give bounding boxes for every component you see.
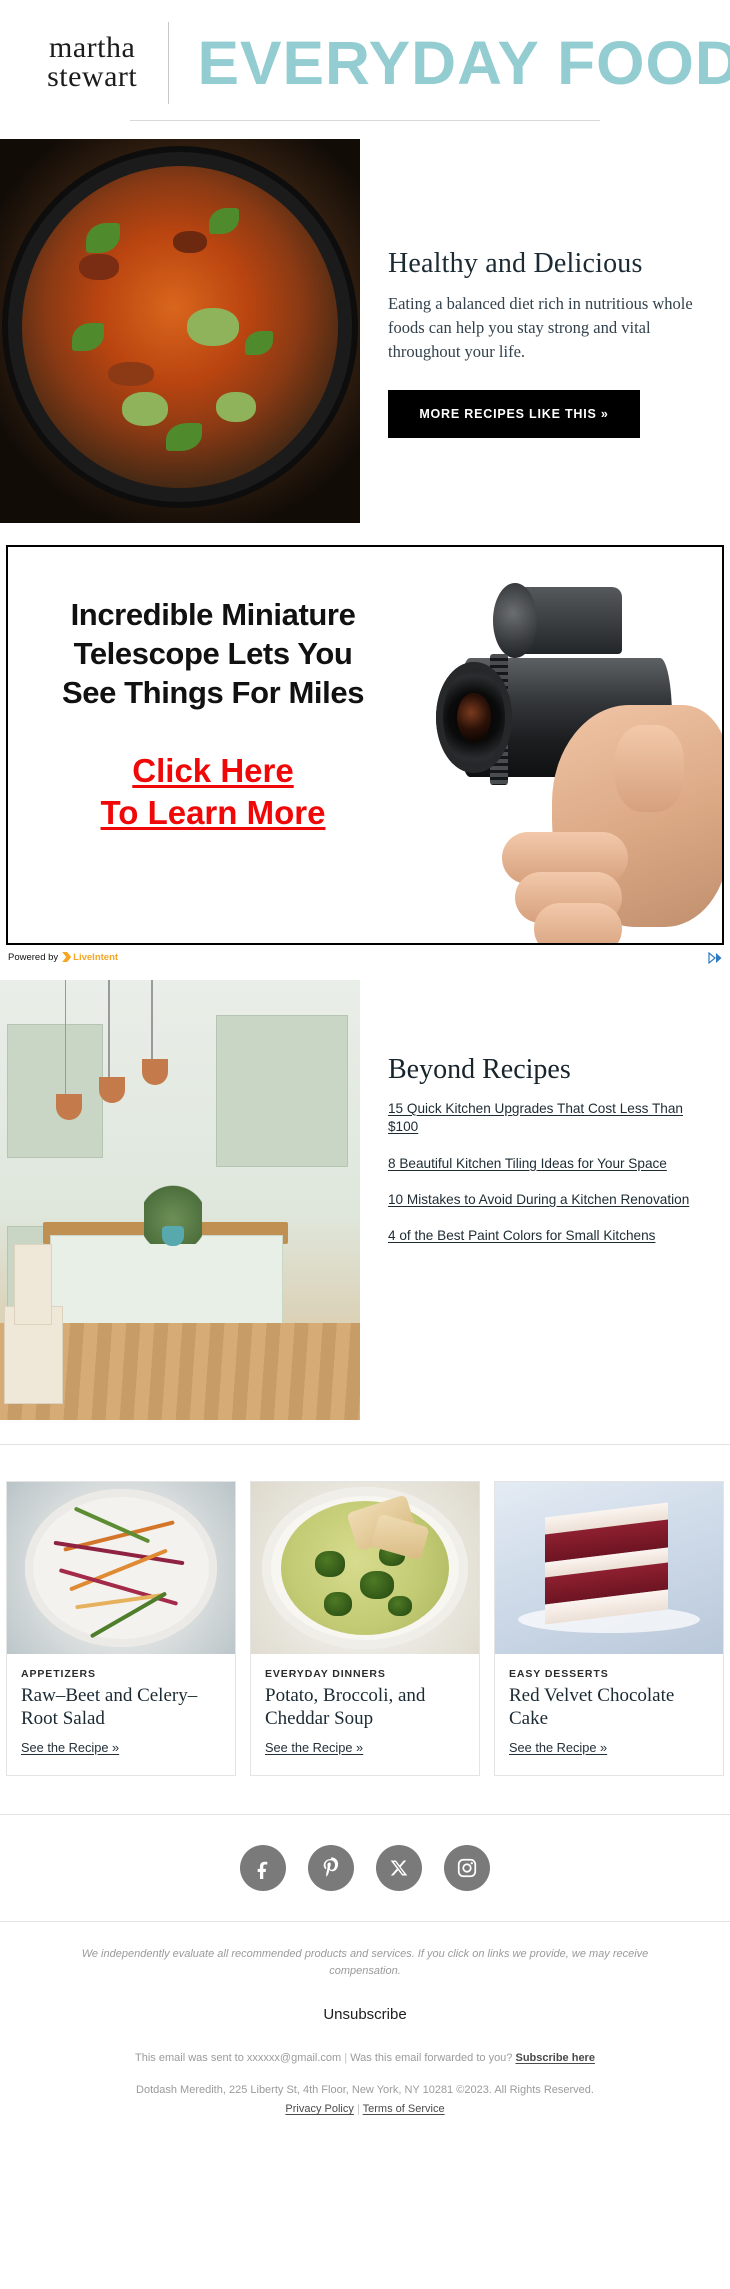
ad-copy: Incredible Miniature Telescope Lets You … [8,547,408,943]
powered-by-liveintent[interactable]: Powered by LiveIntent [8,952,118,963]
masthead-rule [130,120,600,121]
instagram-icon[interactable] [444,1844,490,1891]
affiliate-disclaimer: We independently evaluate all recommende… [81,1947,649,1977]
more-recipes-button[interactable]: MORE RECIPES LIKE THIS » [388,389,640,438]
beyond-recipes-title: Beyond Recipes [388,1054,571,1085]
email-newsletter: martha stewart EVERYDAY FOOD Healthy and… [0,0,730,2149]
ad-cta-line1: Click Here [132,752,294,790]
recipe-card-image[interactable] [251,1482,479,1654]
recipe-card-title: Raw–Beet and Celery–Root Salad [21,1685,198,1729]
recipe-card-grid: APPETIZERS Raw–Beet and Celery–Root Sala… [0,1445,730,1776]
recipe-card-body: EVERYDAY DINNERS Potato, Broccoli, and C… [251,1654,479,1775]
recipe-card[interactable]: EVERYDAY DINNERS Potato, Broccoli, and C… [250,1481,480,1776]
powered-by-label: Powered by [8,951,59,963]
masthead-divider [168,22,170,104]
unsubscribe-link[interactable]: Unsubscribe [323,2006,406,2023]
liveintent-name: LiveIntent [73,951,119,963]
hero-copy: Healthy and Delicious Eating a balanced … [360,139,730,523]
ad-headline: Incredible Miniature Telescope Lets You … [24,595,402,712]
beyond-recipes-section: Beyond Recipes 15 Quick Kitchen Upgrades… [0,980,730,1420]
newsletter-title: EVERYDAY FOOD [197,28,730,97]
forwarded-question: Was this email forwarded to you? [350,2051,513,2064]
hero-section: Healthy and Delicious Eating a balanced … [0,139,730,523]
legal-pipe: | [356,2103,360,2116]
see-the-recipe-link[interactable]: See the Recipe » [509,1740,607,1755]
recipe-card-category: EASY DESSERTS [509,1668,609,1680]
hero-image[interactable] [0,139,360,523]
company-address: Dotdash Meredith, 225 Liberty St, 4th Fl… [136,2084,594,2097]
ad-headline-line1: Incredible Miniature [70,597,356,632]
beyond-link-1[interactable]: 15 Quick Kitchen Upgrades That Cost Less… [388,1100,712,1137]
brand-name-line1: martha [49,31,136,65]
ad-creative[interactable]: Incredible Miniature Telescope Lets You … [6,545,724,945]
recipe-card-image[interactable] [495,1482,723,1654]
social-links [0,1815,730,1921]
recipe-card-body: EASY DESSERTS Red Velvet Chocolate Cake … [495,1654,723,1775]
recipe-card-title: Red Velvet Chocolate Cake [509,1685,675,1729]
recipe-card-category: EVERYDAY DINNERS [265,1668,386,1680]
legal-links: Privacy Policy | Terms of Service [70,2100,660,2119]
pinterest-icon[interactable] [308,1844,354,1891]
advertisement: Incredible Miniature Telescope Lets You … [6,545,724,966]
ad-image[interactable] [408,547,722,943]
ad-cta-line2: To Learn More [100,794,326,832]
adchoices-icon[interactable] [708,951,722,965]
sent-to-label: This email was sent to [135,2051,244,2064]
kitchen-image[interactable] [0,980,360,1420]
brand-name-line2: stewart [47,60,138,94]
see-the-recipe-link[interactable]: See the Recipe » [265,1740,363,1755]
masthead: martha stewart EVERYDAY FOOD [0,0,730,108]
recipient-email: xxxxxx@gmail.com [246,2051,342,2064]
recipe-card-body: APPETIZERS Raw–Beet and Celery–Root Sala… [7,1654,235,1775]
ad-attribution-bar: Powered by LiveIntent [6,945,724,966]
privacy-policy-link[interactable]: Privacy Policy [285,2103,353,2115]
liveintent-logo-icon [62,952,72,962]
footer-pipe: | [344,2051,348,2064]
brand-logo[interactable]: martha stewart [0,33,162,93]
beyond-link-2[interactable]: 8 Beautiful Kitchen Tiling Ideas for You… [388,1155,712,1173]
ad-click-here-link[interactable]: Click Here To Learn More [24,750,402,834]
terms-of-service-link[interactable]: Terms of Service [363,2103,445,2115]
beyond-link-4[interactable]: 4 of the Best Paint Colors for Small Kit… [388,1227,712,1245]
recipient-line: This email was sent to xxxxxx@gmail.com … [70,2049,660,2068]
subscribe-here-link[interactable]: Subscribe here [515,2052,594,2064]
hero-title: Healthy and Delicious [388,248,643,280]
recipe-card-category: APPETIZERS [21,1668,96,1680]
recipe-card-image[interactable] [7,1482,235,1654]
ad-headline-line2: Telescope Lets You [73,636,353,672]
beyond-recipes-copy: Beyond Recipes 15 Quick Kitchen Upgrades… [360,980,730,1264]
recipe-card-title: Potato, Broccoli, and Cheddar Soup [265,1685,426,1729]
see-the-recipe-link[interactable]: See the Recipe » [21,1740,119,1755]
hero-body-text: Eating a balanced diet rich in nutritiou… [388,294,693,361]
recipe-card[interactable]: APPETIZERS Raw–Beet and Celery–Root Sala… [6,1481,236,1776]
ad-headline-line3: See Things For Miles [61,675,365,711]
facebook-icon[interactable] [240,1844,286,1891]
x-twitter-icon[interactable] [376,1844,422,1891]
footer: We independently evaluate all recommende… [0,1922,730,2149]
beyond-link-3[interactable]: 10 Mistakes to Avoid During a Kitchen Re… [388,1191,712,1209]
recipe-card[interactable]: EASY DESSERTS Red Velvet Chocolate Cake … [494,1481,724,1776]
